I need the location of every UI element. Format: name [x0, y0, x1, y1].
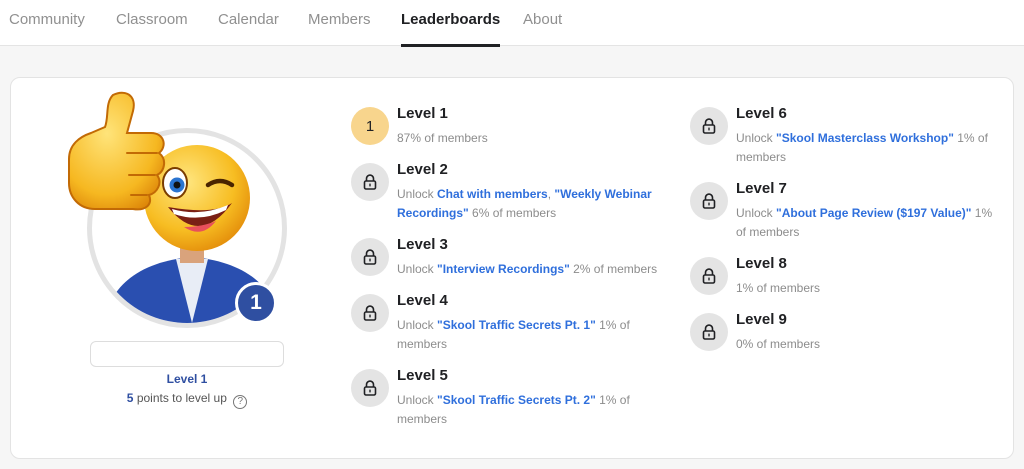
level-title: Level 6	[736, 105, 787, 122]
unlock-link[interactable]: "Skool Masterclass Workshop"	[776, 131, 954, 145]
level-description: Unlock "Skool Masterclass Workshop" 1% o…	[736, 129, 1001, 167]
lock-icon	[351, 163, 389, 201]
member-name-box	[90, 341, 284, 367]
lock-icon	[690, 313, 728, 351]
lock-icon	[351, 238, 389, 276]
level-title: Level 2	[397, 161, 448, 178]
thumbs-up-icon	[68, 91, 165, 211]
levels-card: 1 Level 1 5 points to level up ? 1 Level…	[10, 77, 1014, 459]
help-icon[interactable]: ?	[233, 395, 248, 409]
level-row-4: Level 4 Unlock "Skool Traffic Secrets Pt…	[351, 292, 651, 354]
level-title: Level 9	[736, 311, 787, 328]
points-value: 5	[126, 391, 134, 405]
level-title: Level 4	[397, 292, 448, 309]
level-row-3: Level 3 Unlock "Interview Recordings" 2%…	[351, 236, 657, 280]
unlock-link[interactable]: "Interview Recordings"	[437, 262, 570, 276]
unlock-prefix: Unlock	[397, 262, 438, 276]
lock-icon	[690, 257, 728, 295]
level-title: Level 3	[397, 236, 448, 253]
unlock-link[interactable]: "Skool Traffic Secrets Pt. 2"	[437, 393, 596, 407]
level-description: Unlock "About Page Review ($197 Value)" …	[736, 204, 1001, 242]
level-members: 0% of members	[736, 337, 821, 351]
level-title: Level 7	[736, 180, 787, 197]
lock-icon	[690, 107, 728, 145]
unlock-prefix: Unlock	[397, 187, 438, 201]
unlock-prefix: Unlock	[736, 206, 777, 220]
level-row-6: Level 6 Unlock "Skool Masterclass Worksh…	[690, 105, 1005, 167]
unlock-link[interactable]: "About Page Review ($197 Value)"	[776, 206, 971, 220]
level-row-9: Level 9 0% of members	[690, 311, 1005, 355]
level-members: 87% of members	[397, 131, 488, 145]
profile-level-label: Level 1	[166, 372, 208, 386]
lock-icon	[690, 182, 728, 220]
unlock-prefix: Unlock	[736, 131, 777, 145]
unlock-link[interactable]: "Skool Traffic Secrets Pt. 1"	[437, 318, 596, 332]
level-row-8: Level 8 1% of members	[690, 255, 1005, 299]
tab-classroom[interactable]: Classroom	[116, 0, 188, 46]
unlock-link[interactable]: Chat with members	[437, 187, 548, 201]
tab-calendar[interactable]: Calendar	[218, 0, 279, 46]
level-row-2: Level 2 Unlock Chat with members, "Weekl…	[351, 161, 652, 223]
level-description: Unlock "Skool Traffic Secrets Pt. 1" 1% …	[397, 316, 642, 354]
level-description: Unlock "Skool Traffic Secrets Pt. 2" 1% …	[397, 391, 642, 429]
lock-icon	[351, 294, 389, 332]
level-members: 1% of members	[736, 281, 821, 295]
level-title: Level 1	[397, 105, 448, 122]
level-row-7: Level 7 Unlock "About Page Review ($197 …	[690, 180, 1005, 242]
level-members: 6% of members	[468, 206, 557, 220]
level-description: Unlock "Interview Recordings" 2% of memb…	[397, 260, 667, 279]
level-members: 2% of members	[569, 262, 658, 276]
level-title: Level 5	[397, 367, 448, 384]
level-row-5: Level 5 Unlock "Skool Traffic Secrets Pt…	[351, 367, 651, 429]
level-badge: 1	[235, 282, 277, 324]
points-suffix: points to level up	[136, 391, 227, 405]
top-nav: Community Classroom Calendar Members Lea…	[0, 0, 1024, 47]
level-description: Unlock Chat with members, "Weekly Webina…	[397, 185, 657, 223]
unlock-prefix: Unlock	[397, 393, 438, 407]
current-level-icon: 1	[351, 107, 389, 145]
level-title: Level 8	[736, 255, 787, 272]
level-row-1: 1 Level 1 87% of members	[351, 105, 651, 157]
tab-leaderboards[interactable]: Leaderboards	[401, 0, 501, 47]
tab-about[interactable]: About	[523, 0, 562, 46]
tab-members[interactable]: Members	[308, 0, 371, 46]
points-to-level-up: 5 points to level up ?	[87, 391, 287, 409]
lock-icon	[351, 369, 389, 407]
unlock-prefix: Unlock	[397, 318, 438, 332]
tab-community[interactable]: Community	[9, 0, 85, 46]
